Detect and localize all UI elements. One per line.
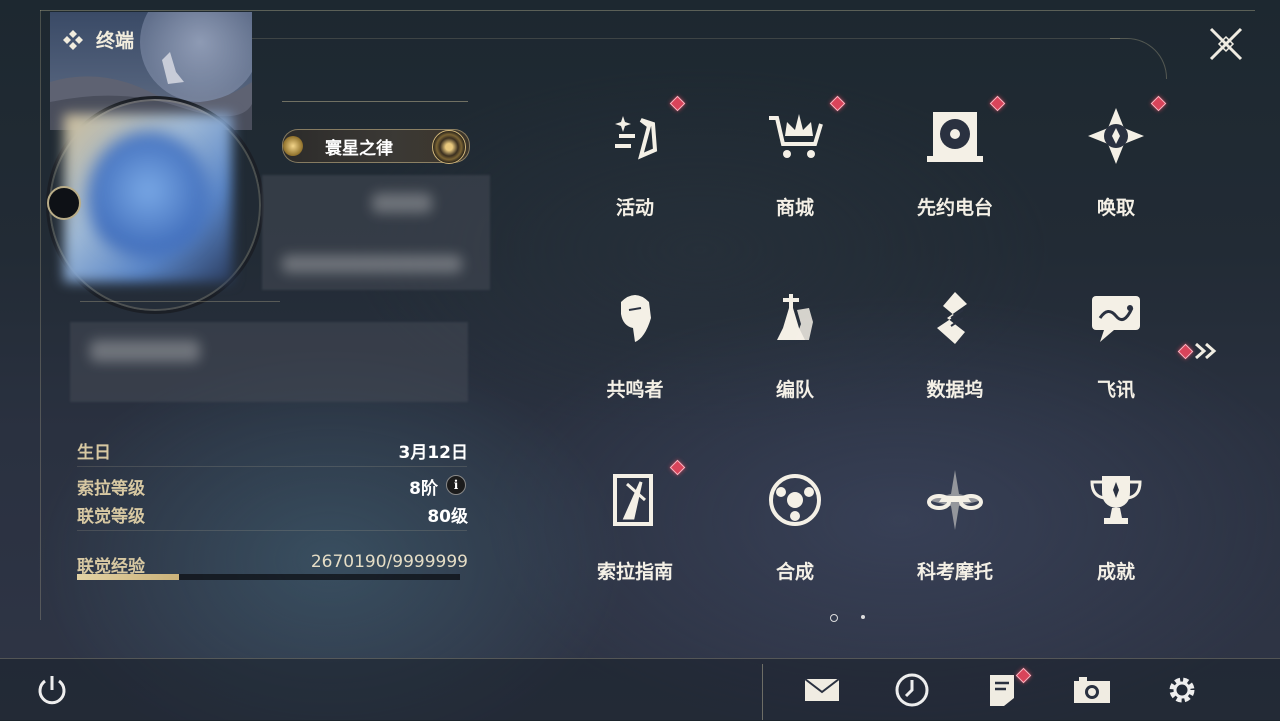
- menu-item[interactable]: 编队: [720, 278, 870, 438]
- notification-badge: [989, 95, 1006, 112]
- stat-separator: [77, 466, 467, 467]
- guidebook-icon: [613, 474, 653, 526]
- double-chevron-right-icon: [1195, 342, 1217, 360]
- divider-line: [282, 101, 468, 102]
- frame-inner-line: [250, 38, 1120, 39]
- terminal-title-text: 终端: [96, 30, 135, 52]
- menu-item-label: 数据坞: [926, 379, 984, 401]
- menu-item[interactable]: 活动: [560, 95, 710, 256]
- stat-label-union-level: 联觉等级: [77, 507, 145, 527]
- star-emblem-icon: [283, 136, 303, 156]
- settings-button[interactable]: [1160, 668, 1204, 712]
- stat-value-sol-level: 8阶: [409, 479, 438, 499]
- clock-button[interactable]: [890, 668, 934, 712]
- stat-value-birthday: 3月12日: [398, 443, 469, 463]
- notice-button[interactable]: [980, 667, 1032, 712]
- mail-button[interactable]: [800, 668, 844, 712]
- notification-badge: [829, 95, 846, 112]
- signature-redacted[interactable]: [70, 322, 468, 402]
- menu-item[interactable]: 唤取: [1041, 95, 1191, 256]
- xp-value: 2670190/9999999: [310, 552, 468, 572]
- activity-icon: [615, 116, 658, 160]
- resonator-portrait-icon: [621, 295, 651, 342]
- next-page-button[interactable]: [1177, 340, 1224, 362]
- notification-badge: [1177, 343, 1194, 359]
- avatar-blurred-face: [88, 132, 208, 262]
- notice-icon: [990, 675, 1014, 706]
- camera-icon: [1074, 677, 1110, 703]
- stat-value-union-level: 80级: [427, 507, 468, 527]
- bottom-separator: [762, 664, 763, 720]
- close-button[interactable]: [1196, 14, 1256, 74]
- menu-item-label: 科考摩托: [916, 561, 993, 583]
- avatar-frame-badge-icon: [47, 186, 81, 220]
- data-dock-icon: [937, 292, 967, 344]
- trophy-icon: [1090, 476, 1142, 524]
- menu-item-label: 成就: [1096, 561, 1135, 583]
- menu-item[interactable]: 共鸣者: [560, 278, 710, 438]
- menu-item-label: 编队: [775, 379, 814, 401]
- stat-label-birthday: 生日: [77, 443, 111, 463]
- power-icon: [38, 676, 66, 705]
- menu-item-label: 索拉指南: [596, 561, 673, 583]
- title-badge-label: 寰星之律: [325, 139, 393, 159]
- menu-item-label: 活动: [615, 197, 654, 219]
- page-indicator-dot[interactable]: [861, 615, 865, 619]
- menu-item[interactable]: 科考摩托: [880, 460, 1030, 620]
- menu-item-label: 先约电台: [916, 197, 993, 219]
- summon-compass-icon: [1088, 108, 1144, 164]
- menu-item[interactable]: 索拉指南: [560, 459, 710, 620]
- power-button[interactable]: [30, 668, 74, 712]
- notification-badge: [669, 95, 686, 112]
- camera-button[interactable]: [1070, 668, 1114, 712]
- radio-record-icon: [927, 112, 983, 162]
- frame-left-line: [40, 10, 41, 620]
- frame-corner-arc: [1110, 38, 1167, 79]
- menu-item[interactable]: 先约电台: [880, 95, 1030, 256]
- medal-emblem-icon: [432, 130, 466, 164]
- notification-badge: [1150, 95, 1167, 112]
- notification-badge: [669, 459, 686, 476]
- mail-icon: [804, 678, 840, 701]
- menu-item[interactable]: 商城: [720, 95, 870, 256]
- menu-item-label: 共鸣者: [606, 379, 664, 401]
- clock-icon: [895, 673, 929, 707]
- menu-item-label: 唤取: [1096, 197, 1135, 219]
- menu-item-label: 商城: [775, 197, 814, 219]
- info-icon[interactable]: i: [446, 475, 466, 495]
- frame-top-line: [40, 10, 1255, 11]
- settings-gear-icon: [1169, 677, 1195, 703]
- page-indicator-dot-active[interactable]: [830, 614, 838, 622]
- xp-progress-fill: [77, 574, 179, 580]
- motorcycle-icon: [927, 470, 983, 530]
- menu-item[interactable]: 合成: [720, 460, 870, 620]
- stat-label-sol-level: 索拉等级: [77, 479, 145, 499]
- shop-crown-cart-icon: [769, 114, 823, 158]
- menu-item[interactable]: 成就: [1041, 460, 1191, 620]
- message-chat-icon: [1092, 296, 1140, 342]
- diamond-cluster-icon: [63, 29, 83, 50]
- terminal-title: 终端: [62, 26, 134, 53]
- player-name-redacted: [262, 175, 490, 290]
- team-chess-icon: [777, 294, 813, 340]
- menu-item-label: 合成: [775, 561, 814, 583]
- menu-item-label: 飞讯: [1096, 379, 1135, 401]
- stat-separator: [77, 530, 467, 531]
- menu-item[interactable]: 飞讯: [1041, 278, 1191, 438]
- close-icon: [1209, 27, 1243, 61]
- synthesis-icon: [769, 474, 821, 526]
- menu-item[interactable]: 数据坞: [880, 278, 1030, 438]
- divider-line: [80, 301, 280, 302]
